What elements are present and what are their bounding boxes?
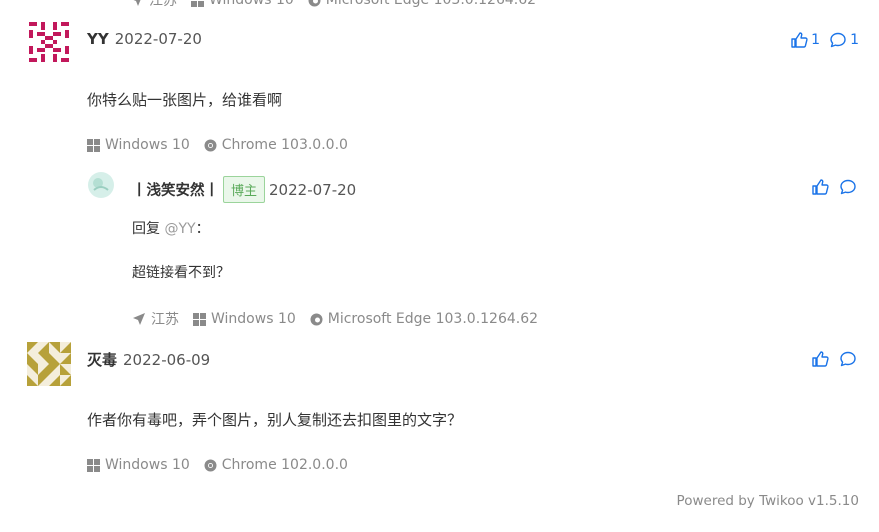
windows-icon (87, 458, 100, 472)
twikoo-version: v1.5.10 (803, 493, 859, 509)
reply-actions (811, 178, 857, 196)
windows-icon (87, 138, 100, 152)
comment-content: 你特么贴一张图片，给谁看啊 (87, 91, 283, 109)
avatar-blogger[interactable] (88, 172, 114, 198)
edge-icon (310, 313, 323, 325)
comment-os: Windows 10 (105, 137, 190, 153)
reply-date: 2022-07-20 (269, 180, 357, 199)
edge-icon (308, 0, 321, 6)
reply-mention-link[interactable]: @YY (164, 221, 195, 237)
reply-prefix: 回复 (132, 221, 160, 237)
reply-button[interactable]: 1 (826, 31, 859, 49)
reply-mention-line: 回复 @YY： (132, 218, 210, 238)
comment-nick[interactable]: 灭毒 (87, 349, 117, 370)
comment-browser: Chrome 103.0.0.0 (221, 137, 348, 153)
reply-icon[interactable] (839, 178, 857, 196)
comment-browser: Chrome 102.0.0.0 (221, 457, 348, 473)
like-button[interactable]: 1 (787, 31, 820, 49)
top-meta-row: 江苏 Windows 10 Microsoft Edge 103.0.1264.… (130, 0, 536, 10)
location-arrow-icon (133, 313, 145, 325)
powered-by: Powered by Twikoo v1.5.10 (677, 493, 859, 509)
windows-icon (193, 312, 206, 326)
top-meta-browser: Microsoft Edge 103.0.1264.62 (325, 0, 537, 8)
comment-meta: Windows 10 Chrome 103.0.0.0 (87, 137, 348, 153)
avatar-miedu[interactable] (27, 342, 71, 386)
top-meta-location: 江苏 (149, 0, 177, 9)
reply-colon: ： (195, 221, 210, 237)
reply-header: 丨浅笑安然丨 博主 2022-07-20 (132, 176, 356, 203)
comment-actions (811, 350, 857, 368)
like-icon[interactable] (811, 350, 829, 368)
reply-nick[interactable]: 丨浅笑安然丨 (132, 179, 219, 200)
like-count: 1 (811, 32, 821, 48)
reply-icon[interactable] (839, 350, 857, 368)
powered-prefix: Powered by (676, 493, 760, 509)
reply-location: 江苏 (151, 312, 179, 328)
comment-meta: Windows 10 Chrome 102.0.0.0 (87, 457, 348, 473)
comment-header: YY 2022-07-20 (87, 30, 202, 48)
comment-date: 2022-06-09 (123, 351, 211, 369)
avatar-image (27, 342, 71, 386)
chrome-icon (204, 459, 217, 471)
top-meta-os: Windows 10 (209, 0, 294, 8)
reply-count: 1 (850, 32, 859, 48)
reply-browser: Microsoft Edge 103.0.1264.62 (327, 311, 539, 327)
avatar-image (27, 20, 71, 64)
twikoo-link[interactable]: Twikoo (759, 493, 804, 509)
like-icon (791, 32, 808, 48)
reply-content: 超链接看不到？ (132, 265, 230, 281)
comment-content: 作者你有毒吧，弄个图片，别人复制还去扣图里的文字？ (87, 411, 463, 429)
reply-os: Windows 10 (211, 311, 296, 327)
master-badge: 博主 (223, 176, 266, 203)
like-icon[interactable] (811, 178, 829, 196)
comment-os: Windows 10 (105, 457, 190, 473)
reply-icon (830, 32, 846, 48)
location-arrow-icon (133, 0, 141, 6)
comment-date: 2022-07-20 (114, 30, 202, 48)
comment-header: 灭毒 2022-06-09 (87, 349, 210, 370)
avatar-yy[interactable] (27, 20, 71, 64)
comment-nick[interactable]: YY (87, 30, 109, 48)
chrome-icon (204, 139, 217, 151)
reply-meta: 江苏 Windows 10 Microsoft Edge 103.0.1264.… (132, 309, 538, 329)
windows-icon (191, 0, 204, 7)
comment-actions: 1 1 (787, 31, 859, 49)
avatar-image (88, 172, 114, 198)
